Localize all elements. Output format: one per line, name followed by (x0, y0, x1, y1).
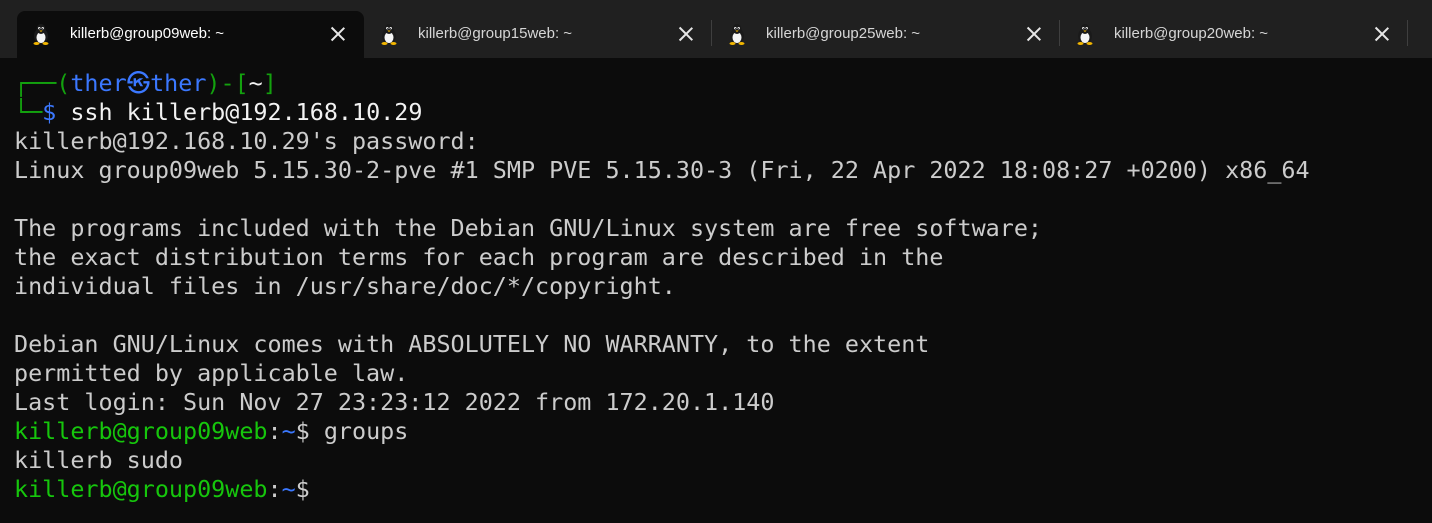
tab-group20web[interactable]: killerb@group20web: ~ (1061, 11, 1408, 58)
prompt-path: ~ (281, 475, 296, 503)
close-icon[interactable] (1026, 26, 1042, 42)
output-line: The programs included with the Debian GN… (14, 214, 1043, 242)
prompt-line: killerb@group09web:~$ (14, 475, 1432, 504)
prompt-dollar: $ (295, 475, 310, 503)
tab-title: killerb@group09web: ~ (70, 25, 225, 42)
tab-separator (1059, 20, 1060, 46)
output-line: Last login: Sun Nov 27 23:23:12 2022 fro… (14, 388, 775, 416)
close-icon[interactable] (330, 26, 346, 42)
tab-group25web[interactable]: killerb@group25web: ~ (713, 11, 1060, 58)
prompt-colon: : (267, 475, 282, 503)
tab-bar: killerb@group09web: ~ killerb@group15web… (0, 0, 1432, 58)
tab-title: killerb@group15web: ~ (418, 25, 573, 42)
tab-title: killerb@group20web: ~ (1114, 25, 1269, 42)
tux-penguin-icon (729, 24, 745, 45)
close-icon[interactable] (1374, 26, 1390, 42)
tab-group15web[interactable]: killerb@group15web: ~ (365, 11, 712, 58)
output-line: Debian GNU/Linux comes with ABSOLUTELY N… (14, 330, 930, 358)
tux-penguin-icon (33, 24, 49, 45)
output-line: killerb sudo (14, 446, 183, 474)
prompt-host: ther (150, 69, 207, 97)
skull-icon: ㉿ (126, 69, 151, 97)
command-text: ssh killerb@192.168.10.29 (56, 98, 423, 126)
prompt-frame: )-[ (206, 69, 249, 97)
output-line: the exact distribution terms for each pr… (14, 243, 944, 271)
prompt-frame: └─ (14, 98, 43, 126)
output-line: permitted by applicable law. (14, 359, 409, 387)
output-line: Linux group09web 5.15.30-2-pve #1 SMP PV… (14, 156, 1310, 184)
prompt-user-host: killerb@group09web (14, 475, 268, 503)
prompt-path: ~ (248, 69, 263, 97)
output-line: killerb@192.168.10.29's password: (14, 127, 479, 155)
tab-separator (1407, 20, 1408, 46)
output-line: individual files in /usr/share/doc/*/cop… (14, 272, 676, 300)
tab-separator (711, 20, 712, 46)
prompt-user-host: killerb@group09web (14, 417, 268, 445)
prompt-frame: ┌──( (14, 69, 71, 97)
prompt-dollar: $ (42, 98, 57, 126)
prompt-command-line: └─$ ssh killerb@192.168.10.29 (14, 98, 1432, 127)
prompt-frame: ] (262, 69, 277, 97)
command-text: groups (309, 417, 409, 445)
tab-group09web[interactable]: killerb@group09web: ~ (17, 11, 364, 58)
tux-penguin-icon (1077, 24, 1093, 45)
prompt-colon: : (267, 417, 282, 445)
terminal-output[interactable]: ┌──(ther㉿ther)-[~] └─$ ssh killerb@192.1… (0, 58, 1432, 523)
close-icon[interactable] (678, 26, 694, 42)
prompt-path: ~ (281, 417, 296, 445)
prompt-top-line: ┌──(ther㉿ther)-[~] (14, 69, 1432, 98)
prompt-user: ther (70, 69, 127, 97)
tux-penguin-icon (381, 24, 397, 45)
prompt-line: killerb@group09web:~$ groups (14, 417, 1432, 446)
prompt-dollar: $ (295, 417, 310, 445)
tab-title: killerb@group25web: ~ (766, 25, 921, 42)
